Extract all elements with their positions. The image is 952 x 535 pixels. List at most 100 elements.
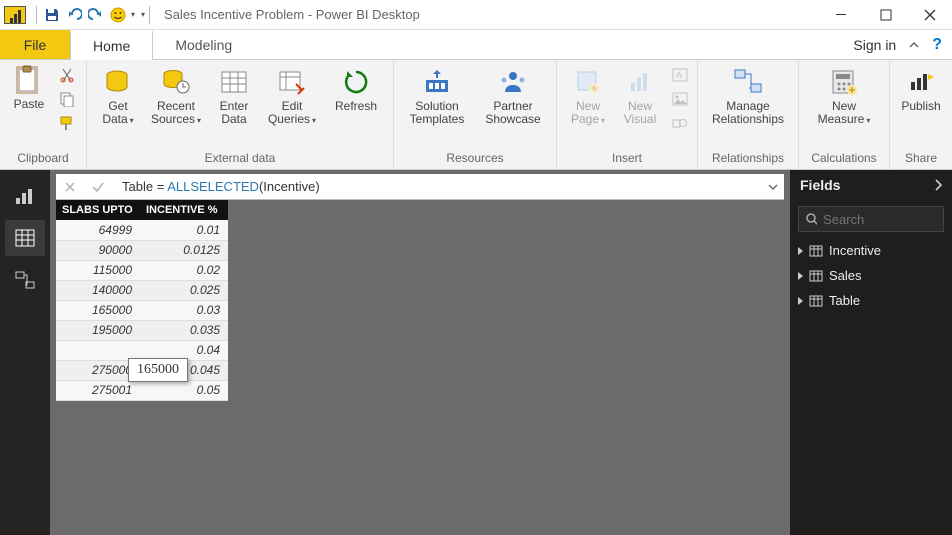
table-row[interactable]: 1400000.025 xyxy=(56,280,228,300)
canvas: Table = ALLSELECTED(Incentive) SLABS UPT… xyxy=(50,170,790,535)
fields-pane-header[interactable]: Fields xyxy=(790,170,952,200)
column-header[interactable]: INCENTIVE % xyxy=(140,200,228,220)
smiley-icon[interactable] xyxy=(107,4,129,26)
file-tab[interactable]: File xyxy=(0,30,70,59)
table-cell[interactable]: 0.05 xyxy=(140,380,228,400)
group-calculations: New Measure▾ Calculations xyxy=(799,60,890,169)
table-icon xyxy=(809,295,823,307)
fields-search[interactable] xyxy=(798,206,944,232)
formula-commit-icon[interactable] xyxy=(84,174,112,200)
group-label: Resources xyxy=(394,149,556,169)
modeling-tab[interactable]: Modeling xyxy=(153,30,254,59)
table-cell[interactable]: 0.01 xyxy=(140,220,228,240)
save-icon[interactable] xyxy=(41,4,63,26)
sign-in-link[interactable]: Sign in xyxy=(853,37,896,53)
manage-relationships-button[interactable]: Manage Relationships xyxy=(704,64,792,128)
table-row[interactable]: 1150000.02 xyxy=(56,260,228,280)
cut-icon[interactable] xyxy=(56,64,78,86)
solution-templates-icon xyxy=(421,66,453,98)
get-data-icon xyxy=(102,66,134,98)
table-cell[interactable]: 0.025 xyxy=(140,280,228,300)
table-row[interactable]: 1950000.035 xyxy=(56,320,228,340)
copy-icon[interactable] xyxy=(56,88,78,110)
fields-search-input[interactable] xyxy=(823,212,937,227)
field-table-item[interactable]: Incentive xyxy=(790,238,952,263)
table-cell[interactable]: 90000 xyxy=(56,240,140,260)
expand-icon xyxy=(798,272,803,280)
get-data-button[interactable]: Get Data▾ xyxy=(93,64,143,129)
table-cell[interactable]: 275001 xyxy=(56,380,140,400)
new-measure-icon xyxy=(828,66,860,98)
table-row[interactable]: 1650000.03 xyxy=(56,300,228,320)
publish-button[interactable]: Publish xyxy=(896,64,946,115)
separator xyxy=(149,6,150,24)
table-cell[interactable]: 0.02 xyxy=(140,260,228,280)
table-row[interactable]: 0.04 xyxy=(56,340,228,360)
table-cell[interactable]: 195000 xyxy=(56,320,140,340)
home-tab[interactable]: Home xyxy=(70,30,153,60)
close-button[interactable] xyxy=(908,0,952,30)
recent-sources-button[interactable]: Recent Sources▾ xyxy=(145,64,207,129)
table-cell[interactable]: 140000 xyxy=(56,280,140,300)
expand-icon xyxy=(798,247,803,255)
table-row[interactable]: 2750010.05 xyxy=(56,380,228,400)
formula-cancel-icon[interactable] xyxy=(56,174,84,200)
cell-tooltip: 165000 xyxy=(128,358,188,382)
formula-expand-icon[interactable] xyxy=(762,182,784,192)
table-cell[interactable]: 0.035 xyxy=(140,320,228,340)
format-painter-icon[interactable] xyxy=(56,112,78,134)
table-cell[interactable] xyxy=(56,340,140,360)
partner-showcase-button[interactable]: Partner Showcase xyxy=(476,64,550,128)
undo-icon[interactable] xyxy=(63,4,85,26)
new-visual-button: New Visual xyxy=(615,64,665,128)
table-cell[interactable]: 64999 xyxy=(56,220,140,240)
table-icon xyxy=(809,245,823,257)
model-view-button[interactable] xyxy=(5,262,45,298)
new-measure-button[interactable]: New Measure▾ xyxy=(805,64,883,129)
report-view-button[interactable] xyxy=(5,178,45,214)
solution-templates-button[interactable]: Solution Templates xyxy=(400,64,474,128)
window-title: Sales Incentive Problem - Power BI Deskt… xyxy=(164,7,420,22)
table-cell[interactable]: 0.0125 xyxy=(140,240,228,260)
group-label: External data xyxy=(87,149,393,169)
help-icon[interactable]: ? xyxy=(932,36,942,54)
paste-label[interactable]: Paste xyxy=(14,98,45,111)
group-external-data: Get Data▾ Recent Sources▾ Enter Data Edi… xyxy=(87,60,394,169)
data-view-button[interactable] xyxy=(5,220,45,256)
chevron-right-icon xyxy=(934,179,942,191)
formula-input[interactable]: Table = ALLSELECTED(Incentive) xyxy=(112,179,762,195)
app-icon xyxy=(4,6,26,24)
table-cell[interactable]: 115000 xyxy=(56,260,140,280)
column-header[interactable]: SLABS UPTO xyxy=(56,200,140,220)
field-table-item[interactable]: Table xyxy=(790,288,952,313)
redo-icon[interactable] xyxy=(85,4,107,26)
window-controls xyxy=(820,0,952,30)
table-row[interactable]: 900000.0125 xyxy=(56,240,228,260)
edit-queries-icon xyxy=(276,66,308,98)
enter-data-button[interactable]: Enter Data xyxy=(209,64,259,128)
table-cell[interactable]: 0.03 xyxy=(140,300,228,320)
title-bar: ▾ ▾ Sales Incentive Problem - Power BI D… xyxy=(0,0,952,30)
qat-dropdown[interactable]: ▾ xyxy=(131,10,135,19)
edit-queries-button[interactable]: Edit Queries▾ xyxy=(261,64,323,129)
work-area: Table = ALLSELECTED(Incentive) SLABS UPT… xyxy=(0,170,952,535)
qat-overflow[interactable]: ▾ xyxy=(141,10,145,19)
minimize-button[interactable] xyxy=(820,0,864,30)
refresh-button[interactable]: Refresh xyxy=(325,64,387,115)
maximize-button[interactable] xyxy=(864,0,908,30)
collapse-ribbon-icon[interactable] xyxy=(908,39,920,51)
shapes-icon xyxy=(669,112,691,134)
new-visual-icon xyxy=(624,66,656,98)
table-row[interactable]: 649990.01 xyxy=(56,220,228,240)
separator xyxy=(36,6,37,24)
group-share: Publish Share xyxy=(890,60,952,169)
table-cell[interactable]: 165000 xyxy=(56,300,140,320)
table-icon xyxy=(809,270,823,282)
table-cell[interactable]: 0.04 xyxy=(140,340,228,360)
field-table-item[interactable]: Sales xyxy=(790,263,952,288)
search-icon xyxy=(805,212,817,226)
new-page-button: New Page▾ xyxy=(563,64,613,129)
fields-pane: Fields IncentiveSalesTable xyxy=(790,170,952,535)
paste-icon[interactable] xyxy=(13,64,45,96)
group-label: Relationships xyxy=(698,149,798,169)
